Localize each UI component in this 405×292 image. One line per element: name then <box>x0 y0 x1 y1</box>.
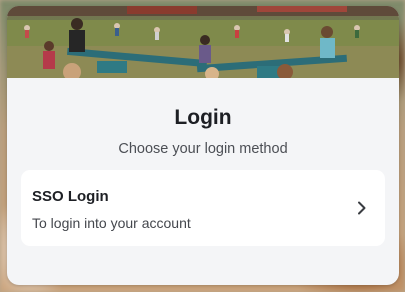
login-subtitle: Choose your login method <box>118 141 288 157</box>
chevron-right-icon <box>358 201 366 215</box>
login-modal: Login Choose your login method SSO Login… <box>7 6 399 285</box>
playground-photo <box>7 6 399 78</box>
sso-login-option[interactable]: SSO Login To login into your account <box>21 170 385 246</box>
hero-image <box>7 6 399 78</box>
login-title: Login <box>174 106 232 129</box>
sso-login-title: SSO Login <box>32 188 109 205</box>
sso-login-description: To login into your account <box>32 215 191 231</box>
